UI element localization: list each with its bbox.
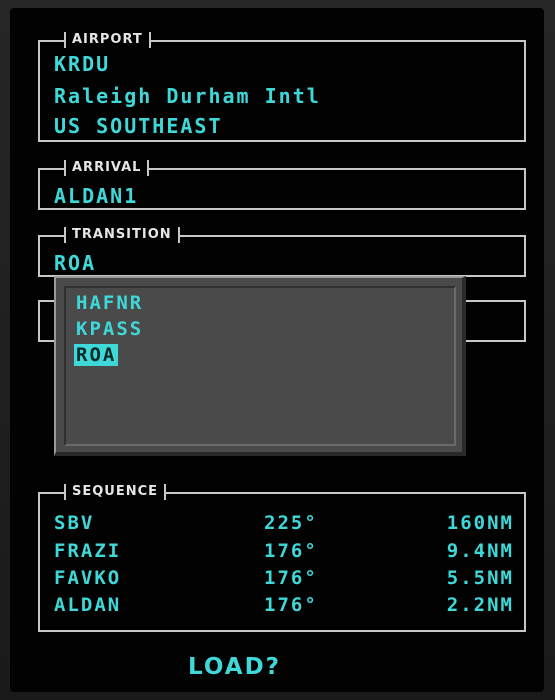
fix-name: SBV <box>54 512 95 534</box>
airport-region-text: US SOUTHEAST <box>54 114 223 138</box>
course-value: 225° <box>264 512 318 534</box>
dropdown-option-kpass[interactable]: KPASS <box>74 318 145 340</box>
airport-ident-field[interactable]: KRDU <box>54 52 110 76</box>
load-button[interactable]: LOAD? <box>188 654 281 680</box>
course-value: 176° <box>264 540 318 562</box>
transition-dropdown-list[interactable]: HAFNR KPASS ROA <box>54 276 466 456</box>
airport-panel: AIRPORT KRDU Raleigh Durham Intl US SOUT… <box>38 32 526 142</box>
fix-name: FAVKO <box>54 567 122 589</box>
sequence-panel: SEQUENCE SBV 225° 160NM FRAZI 176° 9.4NM… <box>38 484 526 632</box>
course-value: 176° <box>264 594 318 616</box>
transition-field[interactable]: ROA <box>54 251 96 275</box>
arrival-legend: ARRIVAL <box>64 160 150 176</box>
sequence-legend: SEQUENCE <box>64 484 167 500</box>
transition-panel: TRANSITION ROA <box>38 227 526 277</box>
fix-name: ALDAN <box>54 594 122 616</box>
transition-legend: TRANSITION <box>64 227 180 243</box>
arrival-panel: ARRIVAL ALDAN1 <box>38 160 526 210</box>
dropdown-option-hafnr[interactable]: HAFNR <box>74 292 145 314</box>
sequence-row: SBV 225° 160NM <box>54 512 514 538</box>
sequence-row: ALDAN 176° 2.2NM <box>54 594 514 620</box>
dropdown-option-roa[interactable]: ROA <box>74 344 119 366</box>
arrival-field[interactable]: ALDAN1 <box>54 184 138 208</box>
airport-legend: AIRPORT <box>64 32 151 48</box>
distance-value: 2.2NM <box>446 594 514 616</box>
sequence-row: FRAZI 176° 9.4NM <box>54 540 514 566</box>
airport-name-text: Raleigh Durham Intl <box>54 84 321 108</box>
distance-value: 5.5NM <box>446 567 514 589</box>
dropdown-inner-frame: HAFNR KPASS ROA <box>64 286 456 446</box>
distance-value: 9.4NM <box>446 540 514 562</box>
course-value: 176° <box>264 567 318 589</box>
sequence-row: FAVKO 176° 5.5NM <box>54 567 514 593</box>
distance-value: 160NM <box>446 512 514 534</box>
fix-name: FRAZI <box>54 540 122 562</box>
